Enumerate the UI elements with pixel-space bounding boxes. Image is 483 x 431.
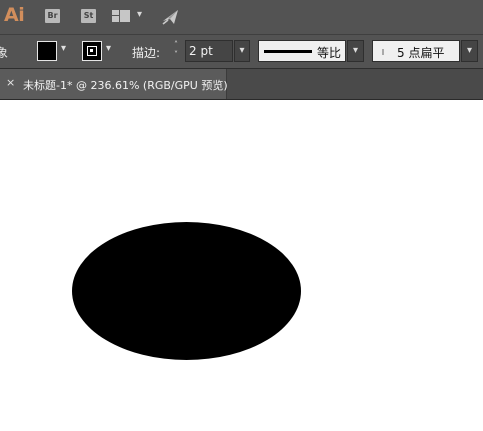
profile-dropdown[interactable]: ▾ <box>347 40 364 62</box>
fill-dropdown-chevron-icon[interactable]: ▾ <box>61 43 66 54</box>
brush-label: 5 点扁平 <box>397 46 445 60</box>
stroke-weight-input[interactable]: 2 pt <box>185 40 233 62</box>
stock-icon[interactable]: St <box>81 9 96 23</box>
brush-dropdown[interactable]: ▾ <box>461 40 478 62</box>
document-tab-bar: × 未标题-1* @ 236.61% (RGB/GPU 预览) <box>0 69 483 100</box>
chevron-down-icon[interactable]: ▾ <box>137 9 142 20</box>
stroke-dropdown-chevron-icon[interactable]: ▾ <box>106 43 111 54</box>
control-bar: 象 ▾ ▾ 描边: ˄ ˅ 2 pt ▾ 等比 ▾ 5 点扁平 ▾ <box>0 35 483 69</box>
app-bar: Ai Br St ▾ <box>0 0 483 35</box>
stroke-color-swatch[interactable] <box>82 41 102 61</box>
brush-definition-select[interactable]: 5 点扁平 <box>372 40 460 62</box>
profile-label: 等比 <box>317 46 342 60</box>
spinner-down-icon[interactable]: ˅ <box>170 50 182 60</box>
object-label: 象 <box>0 46 9 60</box>
close-icon[interactable]: × <box>6 76 15 89</box>
ellipse-shape[interactable] <box>72 222 301 360</box>
brush-preview-icon <box>382 49 384 55</box>
bridge-icon[interactable]: Br <box>45 9 60 23</box>
spinner-up-icon[interactable]: ˄ <box>170 40 182 50</box>
fill-color-swatch[interactable] <box>37 41 57 61</box>
stroke-weight-spinner[interactable]: ˄ ˅ <box>170 40 182 62</box>
stroke-label[interactable]: 描边: <box>132 44 160 61</box>
artboard-canvas[interactable] <box>0 100 483 431</box>
tab-document[interactable]: × 未标题-1* @ 236.61% (RGB/GPU 预览) <box>0 69 228 99</box>
workspace-layout-icon[interactable] <box>112 10 130 22</box>
publish-icon[interactable] <box>160 7 182 27</box>
tab-title[interactable]: 未标题-1* @ 236.61% (RGB/GPU 预览) <box>23 77 228 93</box>
profile-line-preview <box>264 50 312 53</box>
ai-logo: Ai <box>4 4 25 26</box>
variable-width-profile-select[interactable]: 等比 <box>258 40 346 62</box>
stroke-weight-dropdown[interactable]: ▾ <box>234 40 250 62</box>
